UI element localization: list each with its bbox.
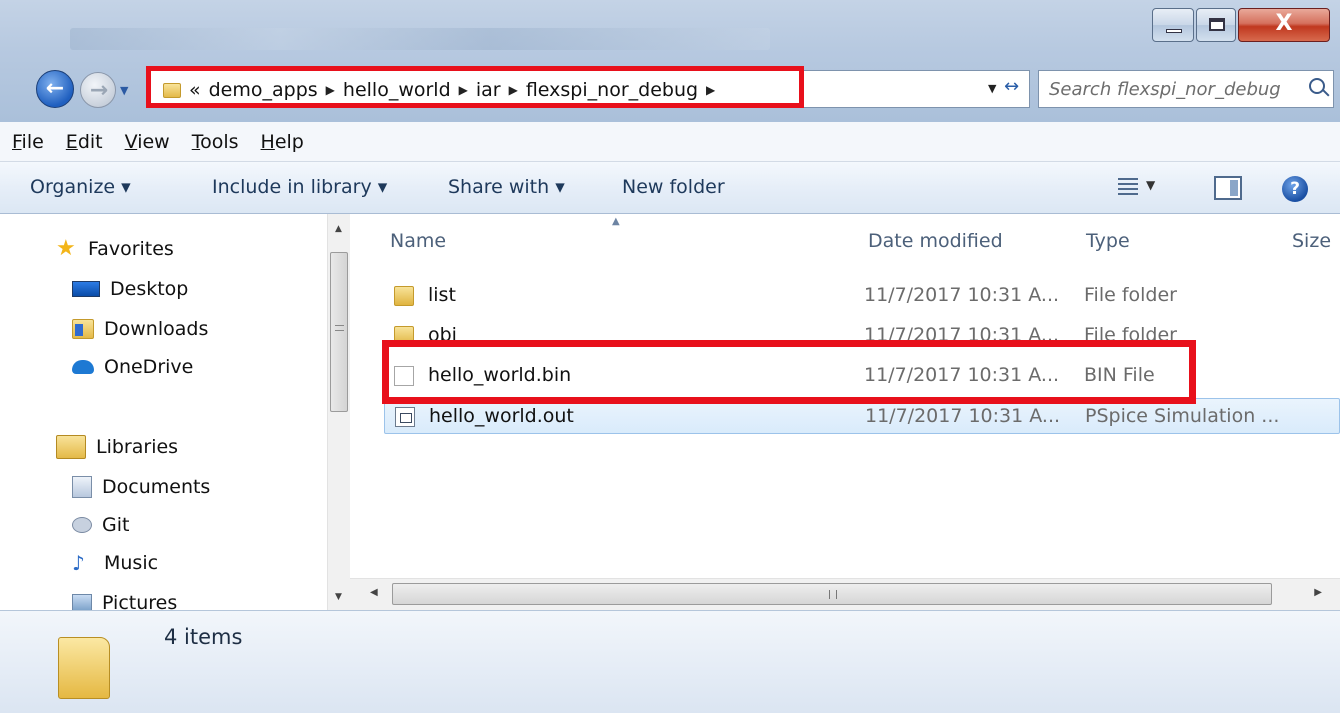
scrollbar-thumb[interactable] bbox=[330, 252, 348, 412]
file-row[interactable]: list 11/7/2017 10:31 A... File folder bbox=[384, 278, 1340, 314]
nav-label: Favorites bbox=[88, 238, 174, 260]
help-icon[interactable]: ? bbox=[1282, 176, 1308, 202]
refresh-icon[interactable]: ↔ bbox=[1004, 76, 1019, 97]
menu-bar: File Edit View Tools Help bbox=[0, 122, 1340, 162]
nav-pictures[interactable]: Pictures bbox=[72, 588, 177, 610]
file-type: PSpice Simulation ... bbox=[1085, 405, 1280, 427]
folder-icon bbox=[394, 286, 414, 306]
file-list: Name ▲ Date modified Type Size list 11/7… bbox=[350, 214, 1340, 610]
maximize-icon bbox=[1209, 18, 1225, 31]
nav-label: Libraries bbox=[96, 436, 179, 458]
file-date: 11/7/2017 10:31 A... bbox=[865, 405, 1061, 427]
minimize-icon bbox=[1166, 29, 1182, 33]
share-with-button[interactable]: Share with ▾ bbox=[448, 176, 565, 198]
file-highlight-box bbox=[382, 340, 1196, 404]
nav-libraries[interactable]: Libraries bbox=[56, 432, 178, 462]
address-highlight-box bbox=[146, 66, 804, 108]
music-icon: ♪ bbox=[72, 551, 85, 575]
menu-file[interactable]: File bbox=[12, 131, 44, 153]
nav-label: Music bbox=[104, 552, 159, 574]
menu-help[interactable]: Help bbox=[261, 131, 304, 153]
scroll-right-icon[interactable]: ▶ bbox=[1314, 587, 1322, 598]
nav-onedrive[interactable]: OneDrive bbox=[72, 352, 193, 382]
navigation-pane: ★ Favorites Desktop Downloads OneDrive L… bbox=[0, 214, 350, 610]
nav-documents[interactable]: Documents bbox=[72, 472, 210, 502]
search-icon[interactable] bbox=[1309, 78, 1325, 94]
search-box[interactable]: Search flexspi_nor_debug bbox=[1038, 70, 1334, 108]
command-bar: Organize ▾ Include in library ▾ Share wi… bbox=[0, 162, 1340, 214]
scroll-up-icon[interactable]: ▲ bbox=[335, 224, 342, 234]
forward-arrow-icon: → bbox=[89, 78, 109, 103]
pictures-icon bbox=[72, 594, 92, 610]
view-dropdown-icon[interactable]: ▼ bbox=[1146, 178, 1155, 192]
details-pane: 4 items bbox=[0, 610, 1340, 713]
close-icon: X bbox=[1275, 11, 1293, 36]
nav-desktop[interactable]: Desktop bbox=[72, 274, 188, 304]
scrollbar-thumb[interactable] bbox=[392, 583, 1272, 605]
organize-button[interactable]: Organize ▾ bbox=[30, 176, 131, 198]
nav-label: Git bbox=[102, 514, 130, 536]
libraries-icon bbox=[56, 435, 86, 459]
downloads-icon bbox=[72, 319, 94, 339]
file-name: hello_world.out bbox=[429, 405, 574, 427]
sort-ascending-icon: ▲ bbox=[612, 216, 620, 227]
cloud-icon bbox=[72, 360, 94, 374]
back-button[interactable]: ← bbox=[36, 70, 74, 108]
documents-icon bbox=[72, 476, 92, 498]
search-input[interactable]: Search flexspi_nor_debug bbox=[1049, 79, 1281, 100]
item-count: 4 items bbox=[164, 625, 243, 649]
folder-icon bbox=[58, 637, 110, 699]
git-library-icon bbox=[72, 517, 92, 533]
nav-music[interactable]: ♪ Music bbox=[72, 548, 158, 578]
background-glass-reflection bbox=[70, 28, 770, 50]
nav-label: Pictures bbox=[102, 592, 178, 610]
menu-tools[interactable]: Tools bbox=[192, 131, 239, 153]
grip-icon bbox=[335, 325, 344, 331]
nav-label: Downloads bbox=[104, 318, 209, 340]
address-dropdown-icon[interactable]: ▼ bbox=[988, 82, 996, 95]
recent-pages-button[interactable]: ▼ bbox=[120, 84, 128, 97]
preview-pane-icon[interactable] bbox=[1214, 176, 1242, 200]
star-icon: ★ bbox=[56, 236, 76, 261]
file-name: list bbox=[428, 284, 456, 306]
grip-icon bbox=[829, 590, 837, 599]
column-header-size[interactable]: Size bbox=[1292, 230, 1331, 252]
nav-git[interactable]: Git bbox=[72, 510, 129, 540]
change-view-icon[interactable] bbox=[1118, 178, 1138, 196]
nav-label: Desktop bbox=[110, 278, 189, 300]
new-folder-button[interactable]: New folder bbox=[622, 176, 725, 198]
nav-downloads[interactable]: Downloads bbox=[72, 314, 208, 344]
desktop-icon bbox=[72, 281, 100, 297]
menu-view[interactable]: View bbox=[125, 131, 170, 153]
nav-favorites[interactable]: ★ Favorites bbox=[56, 234, 174, 264]
close-button[interactable]: X bbox=[1238, 8, 1330, 42]
nav-label: Documents bbox=[102, 476, 211, 498]
horizontal-scrollbar[interactable]: ◀ ▶ bbox=[350, 578, 1340, 610]
maximize-button[interactable] bbox=[1196, 8, 1236, 42]
column-header-name[interactable]: Name bbox=[390, 230, 446, 252]
minimize-button[interactable] bbox=[1152, 8, 1194, 42]
column-header-type[interactable]: Type bbox=[1086, 230, 1130, 252]
scroll-left-icon[interactable]: ◀ bbox=[370, 587, 378, 598]
back-arrow-icon: ← bbox=[45, 76, 65, 101]
file-type: File folder bbox=[1084, 284, 1177, 306]
include-in-library-button[interactable]: Include in library ▾ bbox=[212, 176, 387, 198]
column-header-date[interactable]: Date modified bbox=[868, 230, 1003, 252]
explorer-window: X ← → ▼ « demo_apps ▶ hello_world ▶ iar … bbox=[0, 0, 1340, 713]
out-file-icon bbox=[395, 407, 415, 427]
nav-label: OneDrive bbox=[104, 356, 194, 378]
file-date: 11/7/2017 10:31 A... bbox=[864, 284, 1060, 306]
navigation-scrollbar[interactable]: ▲ ▼ bbox=[327, 214, 350, 610]
scroll-down-icon[interactable]: ▼ bbox=[335, 592, 342, 602]
menu-edit[interactable]: Edit bbox=[66, 131, 103, 153]
forward-button[interactable]: → bbox=[80, 72, 116, 108]
